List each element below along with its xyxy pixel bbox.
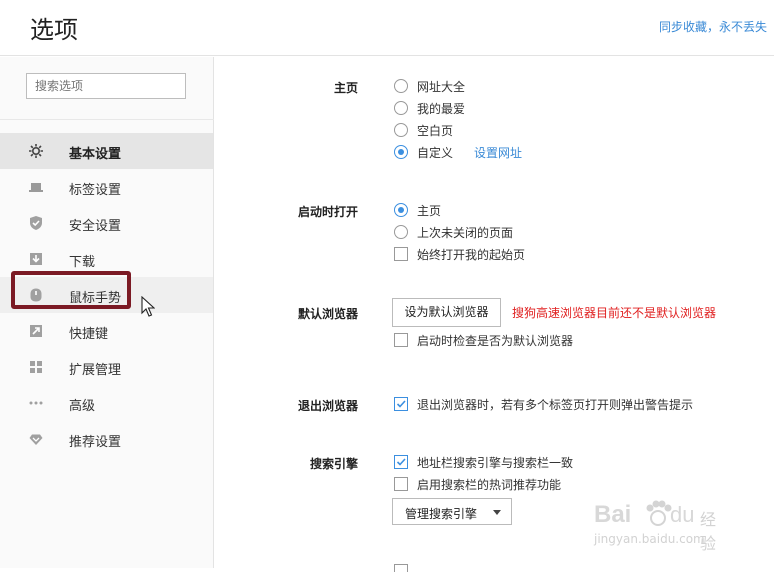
checkbox[interactable] bbox=[394, 477, 408, 491]
radio-button[interactable] bbox=[394, 101, 408, 115]
header: 选项 同步收藏，永不丢失 bbox=[0, 0, 774, 56]
warn-multi-tabs-option[interactable]: 退出浏览器时，若有多个标签页打开则弹出警告提示 bbox=[394, 397, 714, 415]
sync-link[interactable]: 同步收藏，永不丢失 bbox=[659, 18, 767, 35]
hot-words-option[interactable]: 启用搜索栏的热词推荐功能 bbox=[394, 477, 594, 495]
more-dots-icon bbox=[29, 401, 43, 405]
sidebar-item-shortcuts[interactable]: 快捷键 bbox=[0, 313, 213, 349]
radio-button-selected[interactable] bbox=[394, 203, 408, 217]
default-browser-warning: 搜狗高速浏览器目前还不是默认浏览器 bbox=[512, 306, 717, 320]
option-label: 上次未关闭的页面 bbox=[417, 226, 514, 240]
dropdown-label: 管理搜索引擎 bbox=[405, 507, 478, 521]
watermark-url: jingyan.baidu.com bbox=[594, 532, 705, 546]
heart-icon bbox=[29, 434, 43, 445]
checkmark-icon bbox=[396, 400, 406, 408]
shortcut-arrow-icon bbox=[30, 325, 42, 337]
extensions-grid-icon bbox=[30, 361, 42, 373]
sidebar-item-label: 扩展管理 bbox=[69, 363, 122, 378]
search-engine-label: 搜索引擎 bbox=[309, 457, 358, 471]
highlight-box bbox=[11, 271, 131, 309]
homepage-option-4[interactable]: 自定义 bbox=[394, 145, 484, 163]
option-label: 网址大全 bbox=[417, 80, 466, 94]
option-label: 始终打开我的起始页 bbox=[417, 248, 526, 262]
svg-text:du: du bbox=[670, 502, 694, 527]
sidebar-item-label: 推荐设置 bbox=[69, 435, 122, 450]
check-default-on-start-option[interactable]: 启动时检查是否为默认浏览器 bbox=[394, 333, 594, 351]
startup-option-last-session[interactable]: 上次未关闭的页面 bbox=[394, 225, 554, 243]
sidebar-item-tabs[interactable]: 标签设置 bbox=[0, 169, 213, 205]
homepage-option-2[interactable]: 我的最爱 bbox=[394, 101, 514, 119]
download-icon bbox=[30, 253, 42, 265]
gear-icon bbox=[29, 144, 43, 158]
svg-text:Bai: Bai bbox=[594, 501, 631, 528]
option-label: 主页 bbox=[417, 204, 442, 218]
checkbox-checked[interactable] bbox=[394, 397, 408, 411]
radio-button[interactable] bbox=[394, 123, 408, 137]
sidebar-item-recommended[interactable]: 推荐设置 bbox=[0, 421, 213, 457]
checkbox[interactable] bbox=[394, 564, 408, 572]
radio-button-selected[interactable] bbox=[394, 145, 408, 159]
manage-search-engines-dropdown[interactable]: 管理搜索引擎 bbox=[392, 498, 512, 525]
exit-browser-label: 退出浏览器 bbox=[297, 399, 358, 413]
set-url-link[interactable]: 设置网址 bbox=[474, 144, 522, 161]
checkbox[interactable] bbox=[394, 333, 408, 347]
option-label: 退出浏览器时，若有多个标签页打开则弹出警告提示 bbox=[417, 398, 694, 412]
radio-button[interactable] bbox=[394, 79, 408, 93]
checkbox[interactable] bbox=[394, 247, 408, 261]
option-label: 自定义 bbox=[417, 146, 454, 160]
sidebar-item-label: 标签设置 bbox=[69, 183, 122, 198]
page-title: 选项 bbox=[30, 16, 78, 44]
option-label: 空白页 bbox=[417, 124, 454, 138]
radio-button[interactable] bbox=[394, 225, 408, 239]
sidebar-item-label: 安全设置 bbox=[69, 219, 122, 234]
sidebar-item-security[interactable]: 安全设置 bbox=[0, 205, 213, 241]
laptop-icon bbox=[29, 183, 43, 192]
homepage-option-3[interactable]: 空白页 bbox=[394, 123, 514, 141]
sidebar-item-extensions[interactable]: 扩展管理 bbox=[0, 349, 213, 385]
baidu-watermark: Bai du 经验 jingyan.baidu.com bbox=[590, 488, 730, 553]
default-browser-label: 默认浏览器 bbox=[297, 307, 358, 321]
startup-label: 启动时打开 bbox=[297, 205, 358, 219]
checkmark-icon bbox=[396, 458, 406, 466]
always-open-start-option[interactable]: 始终打开我的起始页 bbox=[394, 247, 554, 265]
option-label: 地址栏搜索引擎与搜索栏一致 bbox=[417, 456, 574, 470]
homepage-label: 主页 bbox=[333, 81, 358, 95]
search-input[interactable] bbox=[26, 73, 186, 99]
sidebar: 基本设置 标签设置 安全设置 下载 鼠标手势 快捷 bbox=[0, 57, 214, 568]
sidebar-item-advanced[interactable]: 高级 bbox=[0, 385, 213, 421]
sidebar-item-label: 快捷键 bbox=[69, 327, 109, 342]
shield-check-icon bbox=[30, 216, 42, 230]
startup-option-home[interactable]: 主页 bbox=[394, 203, 514, 221]
mouse-cursor-icon bbox=[141, 296, 155, 317]
sidebar-divider bbox=[0, 119, 214, 120]
sidebar-item-label: 下载 bbox=[69, 255, 96, 270]
set-default-browser-button[interactable]: 设为默认浏览器 bbox=[392, 298, 501, 327]
sidebar-item-label: 基本设置 bbox=[69, 147, 122, 162]
option-label: 启动时检查是否为默认浏览器 bbox=[417, 334, 574, 348]
sync-search-engine-option[interactable]: 地址栏搜索引擎与搜索栏一致 bbox=[394, 455, 594, 473]
sidebar-item-basic[interactable]: 基本设置 bbox=[0, 133, 213, 169]
checkbox-checked[interactable] bbox=[394, 455, 408, 469]
option-label: 启用搜索栏的热词推荐功能 bbox=[417, 478, 562, 492]
watermark-text: 经验 bbox=[700, 510, 717, 553]
chevron-down-icon bbox=[493, 510, 501, 515]
sidebar-item-label: 高级 bbox=[69, 399, 96, 414]
homepage-option-1[interactable]: 网址大全 bbox=[394, 79, 514, 97]
option-label: 我的最爱 bbox=[417, 102, 466, 116]
